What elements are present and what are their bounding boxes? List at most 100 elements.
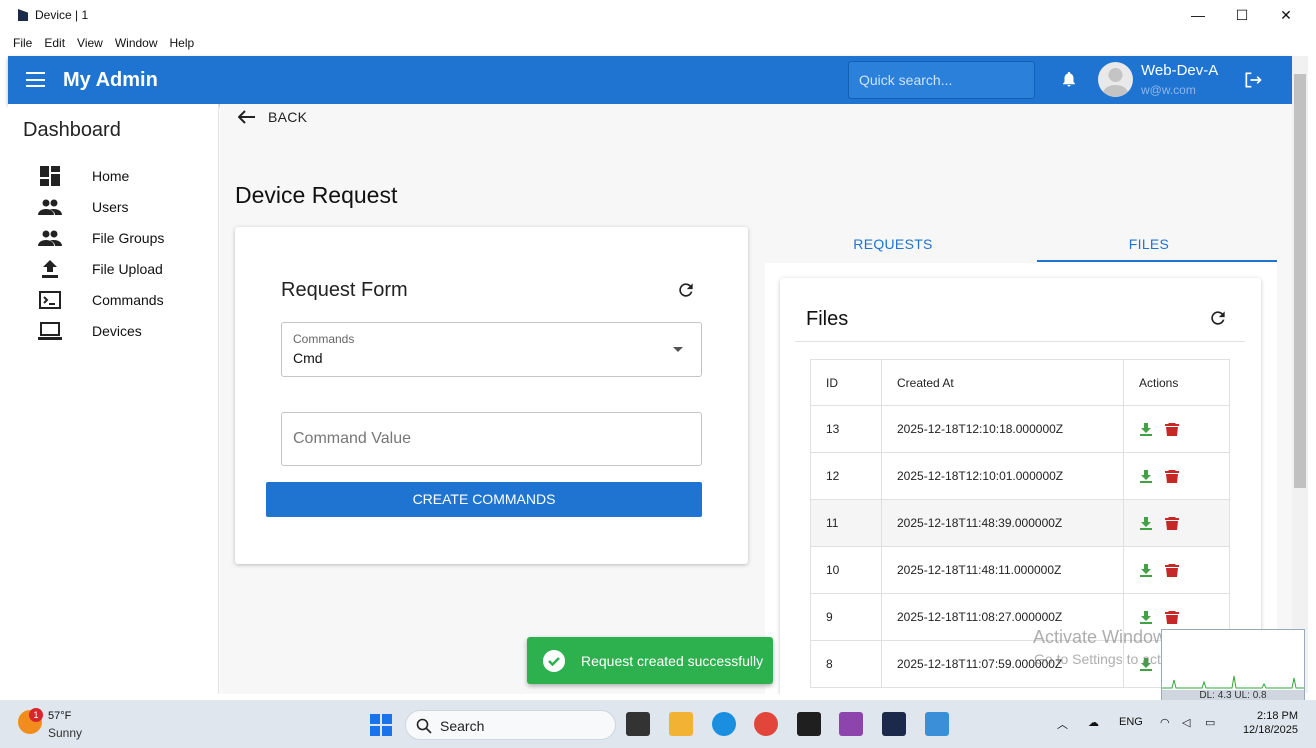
wifi-icon[interactable]: ◠ [1160,716,1170,729]
page-title: Device Request [235,182,398,208]
check-circle-icon [543,650,565,672]
menu-file[interactable]: File [7,36,38,50]
notepad-icon[interactable] [925,712,949,736]
download-icon[interactable] [1139,516,1153,531]
table-row[interactable]: 11 2025-12-18T11:48:39.000000Z [810,499,1230,547]
cell-created-at: 2025-12-18T11:48:11.000000Z [881,546,1124,594]
battery-icon[interactable]: ▭ [1205,716,1215,729]
menu-icon[interactable] [26,72,45,87]
clock-date: 12/18/2025 [1242,724,1298,736]
cloud-off-icon[interactable]: ☁ [1088,716,1099,729]
chrome-icon[interactable] [754,712,778,736]
sidebar-item-file-groups[interactable]: File Groups [38,227,218,249]
menu-edit[interactable]: Edit [38,36,71,50]
brand-title: My Admin [63,69,158,91]
people-icon [38,196,62,218]
tab-requests[interactable]: REQUESTS [765,227,1021,262]
task-view-icon[interactable] [626,712,650,736]
delete-icon[interactable] [1165,516,1179,531]
delete-icon[interactable] [1165,469,1179,484]
commands-select-value: Cmd [293,350,323,366]
avatar[interactable] [1098,62,1133,97]
quick-search-input[interactable]: Quick search... [848,61,1035,99]
tab-files[interactable]: FILES [1021,227,1277,262]
pycharm-icon[interactable] [797,712,821,736]
sidebar-item-users[interactable]: Users [38,196,218,218]
search-icon [416,718,432,734]
menu-window[interactable]: Window [109,36,164,50]
chevron-up-icon[interactable]: ︿ [1057,716,1068,732]
volume-icon[interactable]: ◁ [1182,716,1190,729]
user-name: Web-Dev-A [1141,62,1219,79]
scrollbar-thumb[interactable] [1294,74,1306,488]
user-email: w@w.com [1141,83,1196,97]
download-icon[interactable] [1139,563,1153,578]
tab-bar: REQUESTS FILES [765,227,1277,263]
cell-created-at: 2025-12-18T12:10:01.000000Z [881,452,1124,500]
visual-studio-icon[interactable] [839,712,863,736]
notification-bell-icon[interactable] [1060,69,1078,89]
cell-actions [1123,546,1230,594]
command-value-input[interactable]: Command Value [281,412,702,466]
sidebar-item-label: Devices [92,323,142,339]
sidebar-item-label: Users [92,199,129,215]
back-button[interactable]: BACK [238,109,307,125]
commands-select-label: Commands [293,332,355,346]
minimize-button[interactable]: — [1176,0,1220,30]
menu-view[interactable]: View [71,36,109,50]
upload-icon [38,258,62,280]
cell-id: 8 [810,640,882,688]
download-icon[interactable] [1139,610,1153,625]
windows-start-icon[interactable] [370,714,392,736]
menu-help[interactable]: Help [164,36,201,50]
device-app-icon[interactable] [882,712,906,736]
logout-icon[interactable] [1242,70,1264,90]
taskbar: 1 57°F Sunny Search ︿ ☁ ENG ◠ ◁ ▭ 2:18 P… [0,700,1316,748]
cell-id: 9 [810,593,882,641]
delete-icon[interactable] [1165,610,1179,625]
success-toast: Request created successfully [527,637,773,684]
sidebar-title: Dashboard [23,119,121,141]
chevron-down-icon [673,347,683,352]
table-row[interactable]: 13 2025-12-18T12:10:18.000000Z [810,405,1230,453]
sidebar-item-devices[interactable]: Devices [38,320,218,342]
cell-actions [1123,452,1230,500]
sidebar-item-commands[interactable]: Commands [38,289,218,311]
edge-icon[interactable] [712,712,736,736]
language-indicator[interactable]: ENG [1119,716,1143,728]
refresh-icon[interactable] [1208,308,1228,328]
scrollbar[interactable] [1292,56,1308,693]
close-button[interactable]: ✕ [1264,0,1308,30]
delete-icon[interactable] [1165,563,1179,578]
download-icon[interactable] [1139,422,1153,437]
clock-time: 2:18 PM [1257,710,1298,722]
table-header-row: ID Created At Actions [810,359,1230,406]
cell-created-at: 2025-12-18T12:10:18.000000Z [881,405,1124,453]
cell-id: 10 [810,546,882,594]
title-bar: Device | 1 — ☐ ✕ [0,0,1316,30]
column-header: ID [810,359,882,406]
cell-id: 13 [810,405,882,453]
sidebar-item-home[interactable]: Home [38,165,218,187]
clock[interactable]: 2:18 PM 12/18/2025 [1240,710,1298,736]
cell-id: 12 [810,452,882,500]
maximize-button[interactable]: ☐ [1220,0,1264,30]
sidebar-item-file-upload[interactable]: File Upload [38,258,218,280]
download-icon[interactable] [1139,469,1153,484]
app-bar: My Admin Quick search... Web-Dev-A w@w.c… [8,56,1292,104]
refresh-icon[interactable] [676,280,696,300]
table-row[interactable]: 12 2025-12-18T12:10:01.000000Z [810,452,1230,500]
network-speed-widget: DL: 4.3 UL: 0.8 [1161,629,1305,703]
table-row[interactable]: 10 2025-12-18T11:48:11.000000Z [810,546,1230,594]
toast-message: Request created successfully [581,653,764,669]
taskbar-search[interactable]: Search [405,710,616,740]
sidebar: Dashboard Home Users File Groups File Up… [8,104,219,694]
file-explorer-icon[interactable] [669,712,693,736]
cell-actions [1123,405,1230,453]
terminal-icon [38,289,62,311]
delete-icon[interactable] [1165,422,1179,437]
create-commands-button[interactable]: CREATE COMMANDS [266,482,702,517]
sidebar-item-label: Home [92,168,130,184]
commands-select[interactable]: Commands Cmd [281,322,702,377]
weather-temperature: 57°F [48,710,72,722]
